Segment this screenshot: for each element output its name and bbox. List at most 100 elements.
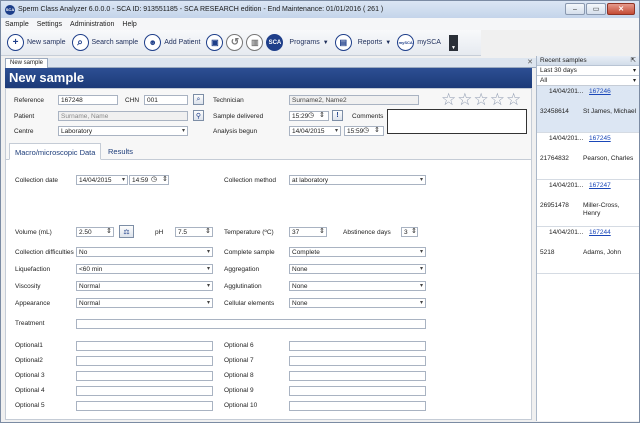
agglutination-select[interactable]: None [289,281,426,291]
list-item[interactable]: 14/04/201... 167247 26951478 Miller-Cros… [537,180,639,227]
weigh-button[interactable]: ⚖ [119,225,134,238]
maximize-button[interactable]: ▭ [586,3,606,15]
list-item[interactable]: 14/04/201... 167244 5218 Adams, John [537,227,639,274]
sample-link[interactable]: 167244 [589,229,611,236]
optional-label: Optional 4 [15,387,45,394]
spinner-icon[interactable]: ⇕ [319,227,325,235]
tab-new-sample[interactable]: New sample [5,58,49,68]
optional-label: Optional 5 [15,402,45,409]
close-button[interactable]: ✕ [607,3,635,15]
analysis-date-picker[interactable]: 14/04/2015 [289,126,341,136]
spinner-icon[interactable]: ⇕ [411,227,417,235]
search-patient-button[interactable]: ⚲ [193,110,204,121]
patient-input[interactable]: Surname, Name [58,111,188,121]
save-button[interactable]: ▣ [206,34,224,51]
new-sample-button[interactable]: + New sample [7,34,66,51]
menu-sample[interactable]: Sample [1,21,33,28]
mysca-button[interactable]: mySCA mySCA [397,34,441,51]
patient-id: 32458614 [540,108,569,115]
reports-icon-button[interactable]: ▤ [334,34,352,51]
star-icon[interactable]: ☆ [441,91,456,108]
optional-label: Optional 8 [224,372,254,379]
collection-difficulties-select[interactable]: No [76,247,213,257]
menu-administration[interactable]: Administration [66,21,118,28]
detail-tabs: Macro/microscopic Data Results [6,142,531,160]
sample-link[interactable]: 167246 [589,88,611,95]
cellular-elements-select[interactable]: None [289,298,426,308]
scale-icon: ⚖ [123,228,130,236]
sample-date: 14/04/201... [549,135,584,142]
alert-button[interactable]: ! [332,110,343,121]
collection-method-select[interactable]: at laboratory [289,175,426,185]
centre-select[interactable]: Laboratory [58,126,188,136]
optional-7-input[interactable] [289,356,426,366]
optional-1-input[interactable] [76,341,213,351]
spinner-icon[interactable]: ⇕ [319,111,325,119]
clock-icon[interactable]: ◷ [363,126,369,134]
recent-range-select[interactable]: Last 30 days [537,66,639,76]
undo-button[interactable]: ↺ [226,34,244,51]
volume-label: Volume (mL) [15,229,52,236]
search-sample-button[interactable]: ⌕ Search sample [71,34,138,51]
collection-date-picker[interactable]: 14/04/2015 [76,175,128,185]
liquefaction-select[interactable]: <60 min [76,264,213,274]
viscosity-select[interactable]: Normal [76,281,213,291]
list-item[interactable]: 14/04/201... 167246 32458614 St James, M… [537,86,639,133]
appearance-select[interactable]: Normal [76,298,213,308]
clock-icon[interactable]: ◷ [308,111,314,119]
pin-icon[interactable]: ⇱ [631,56,636,66]
sample-link[interactable]: 167247 [589,182,611,189]
trash-icon: ▥ [246,34,264,51]
close-tab-icon[interactable]: ✕ [527,58,533,66]
technician-input[interactable]: Surname2, Name2 [289,95,419,105]
recent-samples-header: Recent samples ⇱ [537,56,639,66]
spinner-icon[interactable]: ⇕ [106,227,112,235]
optional-3-input[interactable] [76,371,213,381]
rating-stars[interactable]: ☆ ☆ ☆ ☆ ☆ [441,91,521,108]
star-icon[interactable]: ☆ [474,91,489,108]
spinner-icon[interactable]: ⇕ [205,227,211,235]
recent-filter-select[interactable]: All [537,76,639,86]
menu-settings[interactable]: Settings [33,21,66,28]
cellular-elements-label: Cellular elements [224,300,275,307]
report-icon: ▤ [334,34,352,51]
spinner-icon[interactable]: ⇕ [162,175,168,183]
optional-6-input[interactable] [289,341,426,351]
tab-macro-microscopic[interactable]: Macro/microscopic Data [9,143,102,160]
delete-button[interactable]: ▥ [246,34,264,51]
abstinence-label: Abstinence days [343,229,391,236]
reports-menu[interactable]: Reports ▼ [358,39,391,46]
list-item[interactable]: 14/04/201... 167245 21764832 Pearson, Ch… [537,133,639,180]
aggregation-select[interactable]: None [289,264,426,274]
search-icon: ⚲ [195,112,202,120]
optional-4-input[interactable] [76,386,213,396]
tab-results[interactable]: Results [103,143,138,160]
reference-input[interactable]: 167248 [58,95,118,105]
optional-2-input[interactable] [76,356,213,366]
optional-8-input[interactable] [289,371,426,381]
patient-id: 5218 [540,249,555,256]
optional-9-input[interactable] [289,386,426,396]
spinner-icon[interactable]: ⇕ [374,126,380,134]
sample-link[interactable]: 167245 [589,135,611,142]
comments-textarea[interactable] [387,109,527,134]
star-icon[interactable]: ☆ [506,91,521,108]
clock-icon[interactable]: ◷ [151,175,157,183]
menu-help[interactable]: Help [118,21,140,28]
toolbar-overflow-button[interactable]: ▼ [448,34,458,51]
star-icon[interactable]: ☆ [457,91,472,108]
search-reference-button[interactable]: ⌕ [193,94,204,105]
technician-label: Technician [213,97,244,104]
complete-sample-select[interactable]: Complete [289,247,426,257]
new-sample-label: New sample [27,39,66,46]
optional-10-input[interactable] [289,401,426,411]
sca-button[interactable]: SCA [266,34,284,51]
optional-label: Optional 6 [224,342,254,349]
chn-input[interactable]: 001 [144,95,188,105]
treatment-input[interactable] [76,319,426,329]
optional-5-input[interactable] [76,401,213,411]
minimize-button[interactable]: – [565,3,585,15]
add-patient-button[interactable]: ☻ Add Patient [144,34,200,51]
programs-menu[interactable]: Programs ▼ [289,39,328,46]
star-icon[interactable]: ☆ [490,91,505,108]
